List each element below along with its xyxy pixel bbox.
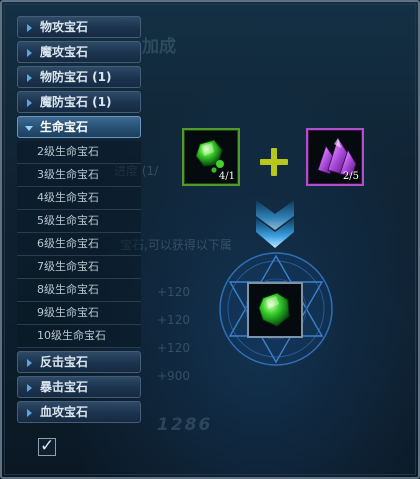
- list-item-life-gem-9[interactable]: 9级生命宝石: [17, 302, 141, 325]
- list-item-life-gem-8[interactable]: 8级生命宝石: [17, 279, 141, 302]
- list-item-life-gem-7[interactable]: 7级生命宝石: [17, 256, 141, 279]
- gem-category-list: 物攻宝石 魔攻宝石 物防宝石 (1) 魔防宝石 (1) 生命宝石 2级生命宝石 …: [17, 16, 141, 426]
- green-gem-count: 4/1: [218, 171, 235, 182]
- ingredient-slot-purple-crystal[interactable]: 2/5: [306, 128, 364, 186]
- collapse-arrow-icon: [25, 126, 33, 131]
- category-counter[interactable]: 反击宝石: [17, 351, 141, 373]
- result-green-gem-icon: [258, 292, 290, 327]
- category-label: 血攻宝石: [40, 405, 89, 419]
- category-label: 暴击宝石: [40, 380, 89, 394]
- bg-stat-2: +120: [157, 313, 190, 327]
- list-item-life-gem-10[interactable]: 10级生命宝石: [17, 325, 141, 348]
- category-magic-defense[interactable]: 魔防宝石 (1): [17, 91, 141, 113]
- category-label: 物防宝石 (1): [40, 70, 112, 84]
- plus-icon: [260, 148, 288, 176]
- life-gem-sublist: 2级生命宝石 3级生命宝石 4级生命宝石 5级生命宝石 6级生命宝石 7级生命宝…: [17, 141, 141, 348]
- category-label: 魔防宝石 (1): [40, 95, 112, 109]
- bg-heading: 加成: [142, 37, 176, 57]
- checkmark-icon: ✓: [40, 436, 55, 456]
- list-item-life-gem-4[interactable]: 4级生命宝石: [17, 187, 141, 210]
- list-item-life-gem-6[interactable]: 6级生命宝石: [17, 233, 141, 256]
- ingredient-slot-green-gem[interactable]: 4/1: [182, 128, 240, 186]
- category-label: 物攻宝石: [40, 20, 89, 34]
- category-magic-attack[interactable]: 魔攻宝石: [17, 41, 141, 63]
- gem-synthesis-window: 加成 进度 (1/ 宝石,可以获得以下属 +120 +120 +120 +900…: [0, 0, 420, 479]
- category-physical-attack[interactable]: 物攻宝石: [17, 16, 141, 38]
- category-blood-attack[interactable]: 血攻宝石: [17, 401, 141, 423]
- expand-arrow-icon: [27, 384, 32, 392]
- category-label: 魔攻宝石: [40, 45, 89, 59]
- bg-stat-1: +120: [157, 285, 190, 299]
- expand-arrow-icon: [27, 409, 32, 417]
- category-life[interactable]: 生命宝石: [17, 116, 141, 138]
- bg-power-value: 1286: [157, 415, 213, 435]
- expand-arrow-icon: [27, 99, 32, 107]
- expand-arrow-icon: [27, 359, 32, 367]
- auto-checkbox[interactable]: ✓: [38, 436, 56, 456]
- category-physical-defense[interactable]: 物防宝石 (1): [17, 66, 141, 88]
- expand-arrow-icon: [27, 49, 32, 57]
- list-item-life-gem-3[interactable]: 3级生命宝石: [17, 164, 141, 187]
- list-item-life-gem-5[interactable]: 5级生命宝石: [17, 210, 141, 233]
- bg-stat-4: +900: [157, 369, 190, 383]
- expand-arrow-icon: [27, 74, 32, 82]
- category-label: 反击宝石: [40, 355, 89, 369]
- list-item-life-gem-2[interactable]: 2级生命宝石: [17, 141, 141, 164]
- category-critical[interactable]: 暴击宝石: [17, 376, 141, 398]
- result-slot-gem[interactable]: [247, 282, 303, 338]
- purple-crystal-count: 2/5: [342, 171, 359, 182]
- category-label: 生命宝石: [40, 120, 89, 134]
- expand-arrow-icon: [27, 24, 32, 32]
- arrow-down-icon: [256, 200, 294, 248]
- bg-stat-3: +120: [157, 341, 190, 355]
